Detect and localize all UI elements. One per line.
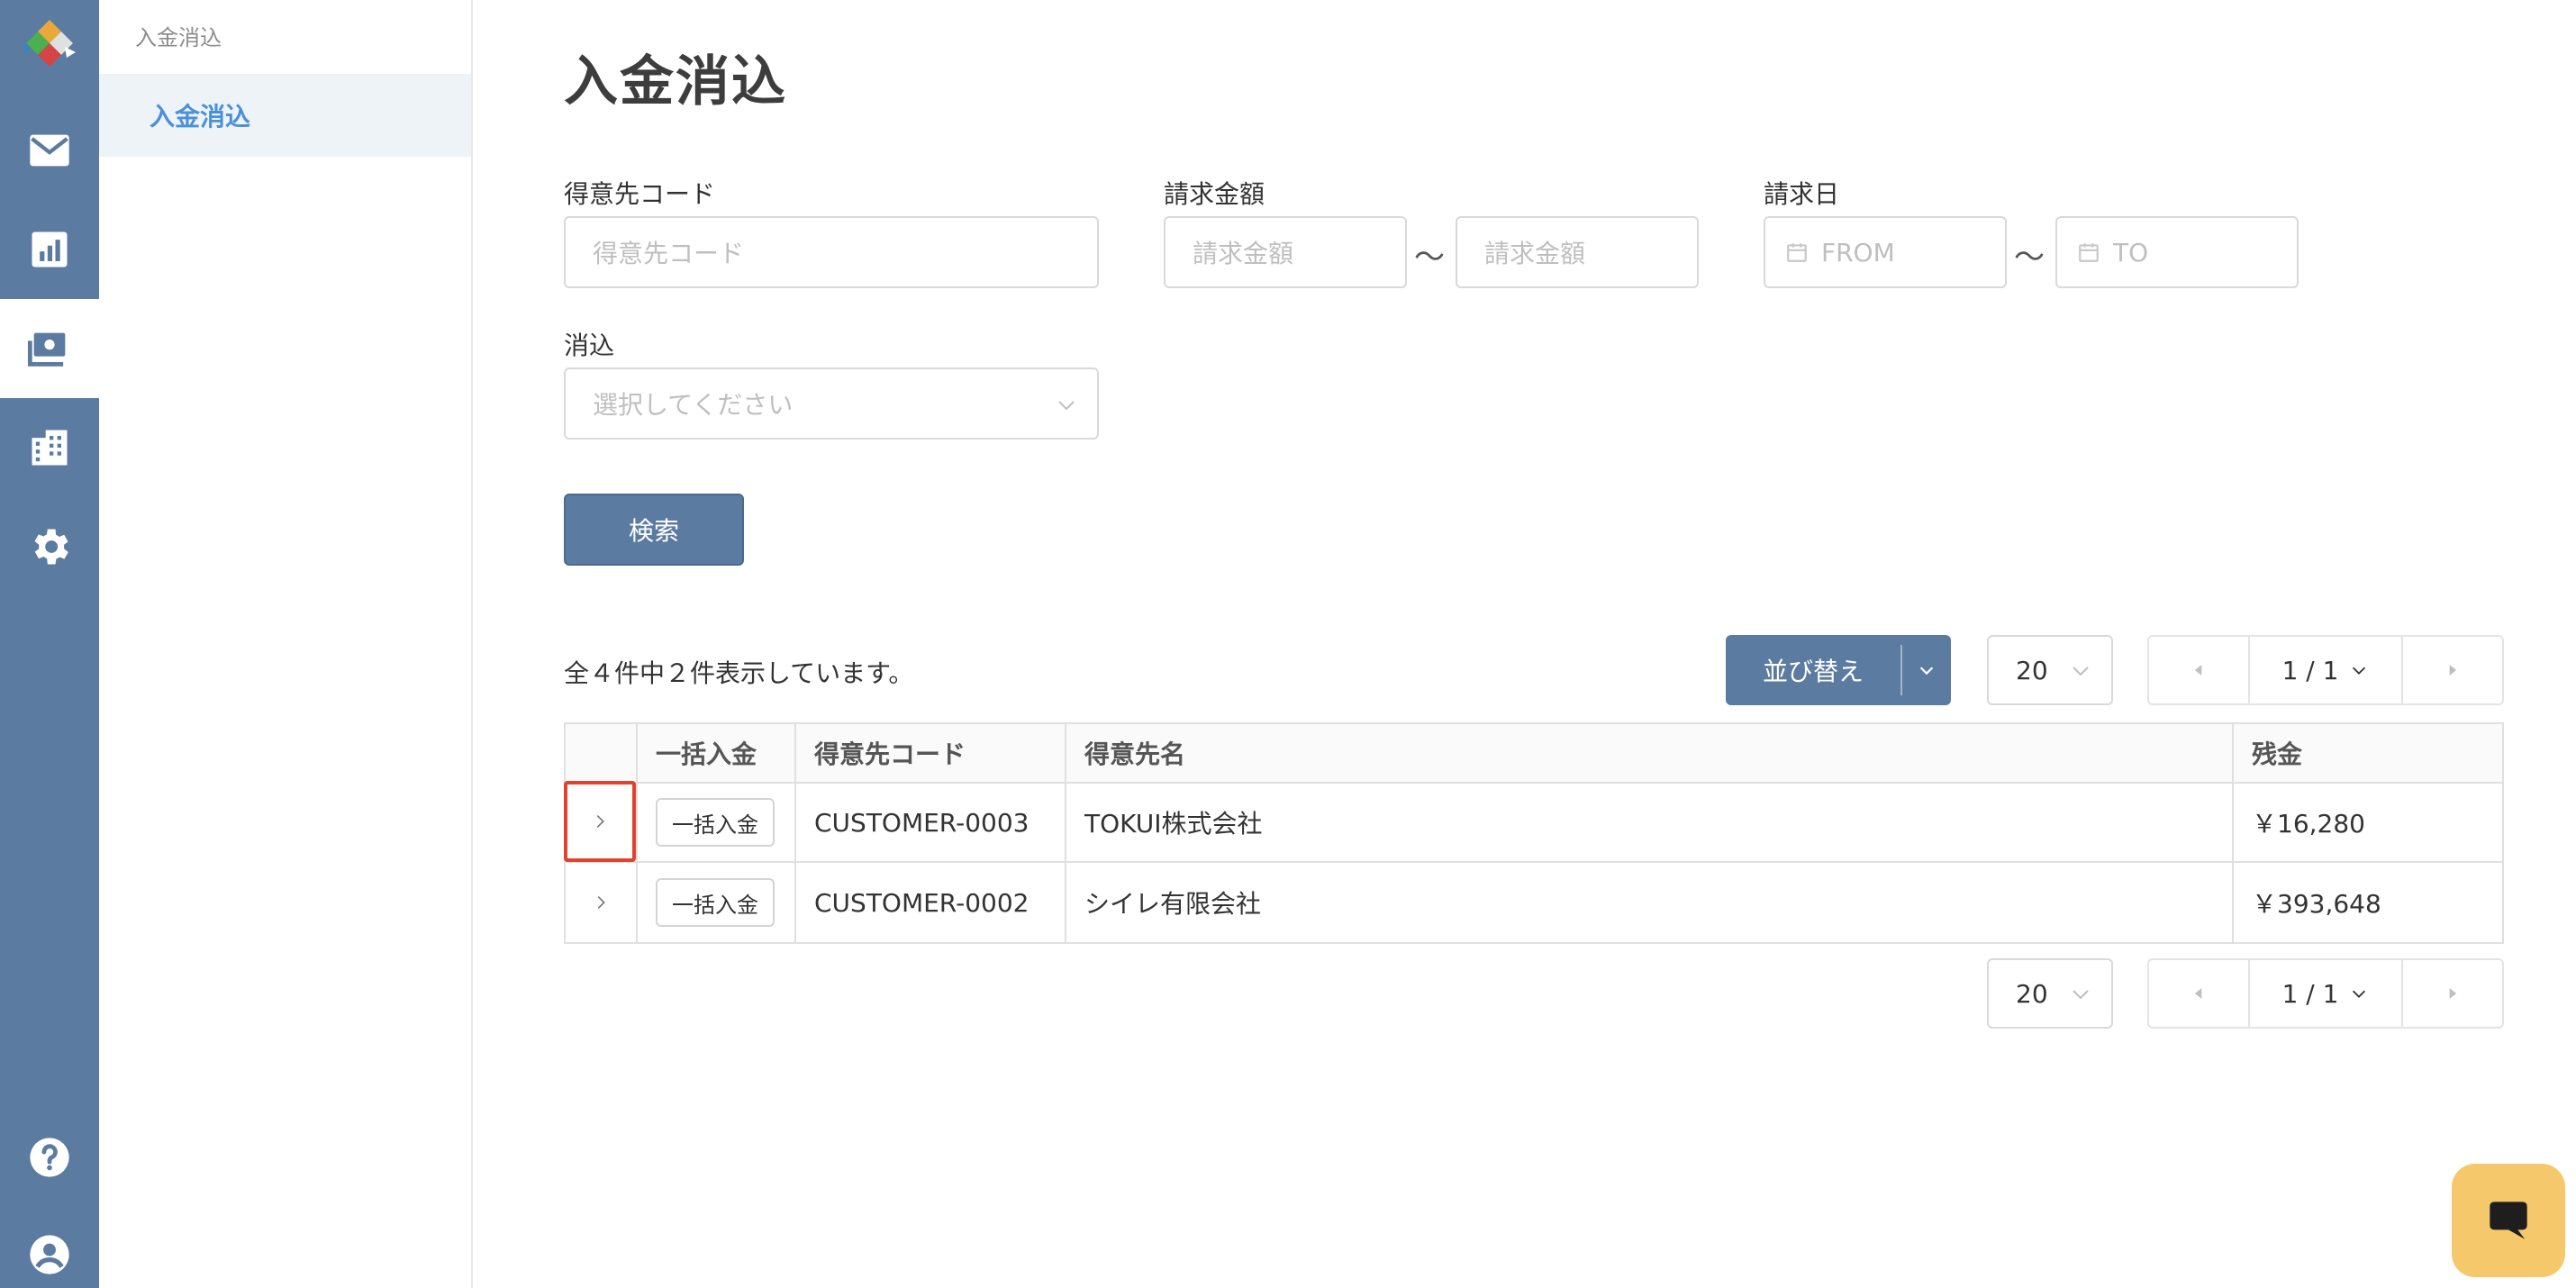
table-row: 一括入金 CUSTOMER-0002 シイレ有限会社 ￥393,648 bbox=[566, 863, 2502, 942]
per-page-select-top[interactable]: 20 bbox=[1987, 635, 2113, 705]
header-balance: 残金 bbox=[2252, 739, 2303, 769]
per-page-value: 20 bbox=[2016, 978, 2048, 1009]
calendar-icon bbox=[1787, 243, 1807, 262]
expand-row-button[interactable] bbox=[564, 781, 636, 862]
page-indicator: 1 / 1 bbox=[2281, 978, 2339, 1009]
date-from-placeholder: FROM bbox=[1821, 237, 1895, 268]
chevron-down-icon bbox=[2073, 667, 2089, 676]
header-customer-code: 得意先コード bbox=[796, 724, 1066, 782]
result-summary: 全４件中２件表示しています。 bbox=[564, 658, 914, 688]
table-row: 一括入金 CUSTOMER-0003 TOKUI株式会社 ￥16,280 bbox=[564, 781, 2502, 863]
page-select[interactable]: 1 / 1 bbox=[2248, 960, 2403, 1027]
building-icon bbox=[32, 430, 68, 466]
page-indicator: 1 / 1 bbox=[2281, 655, 2339, 685]
expand-row-button[interactable] bbox=[566, 863, 636, 942]
balance-cell: ￥16,280 bbox=[2252, 809, 2365, 839]
rail-settings-button[interactable] bbox=[0, 497, 99, 596]
sub-navigation: 入金消込 入金消込 bbox=[99, 0, 473, 1288]
reconcile-placeholder: 選択してください bbox=[593, 390, 794, 420]
mail-icon bbox=[30, 134, 69, 167]
reconcile-label: 消込 bbox=[564, 331, 615, 360]
app-logo[interactable] bbox=[20, 18, 79, 72]
rail-payment-button[interactable] bbox=[0, 299, 99, 398]
chat-icon bbox=[2490, 1202, 2527, 1239]
chevron-down-icon bbox=[2353, 667, 2366, 675]
page-title: 入金消込 bbox=[564, 50, 787, 113]
date-to-placeholder: TO bbox=[2113, 237, 2149, 268]
help-icon bbox=[30, 1138, 69, 1177]
sort-label: 並び替え bbox=[1762, 657, 1864, 686]
chat-widget-button[interactable] bbox=[2452, 1164, 2565, 1277]
customer-code-cell: CUSTOMER-0002 bbox=[796, 863, 1066, 942]
chevron-down-icon bbox=[1919, 667, 1934, 676]
next-page-button[interactable] bbox=[2403, 960, 2502, 1027]
amount-from-input[interactable]: 請求金額 bbox=[1164, 216, 1407, 288]
page-select[interactable]: 1 / 1 bbox=[2248, 637, 2403, 703]
bulk-payment-cell: 一括入金 bbox=[638, 863, 796, 942]
customer-code-placeholder: 得意先コード bbox=[593, 239, 745, 268]
chevron-right-icon bbox=[596, 814, 604, 829]
pagination-top: 1 / 1 bbox=[2147, 635, 2504, 705]
amount-range-separator: 〜 bbox=[1414, 240, 1445, 276]
customer-code-cell: CUSTOMER-0003 bbox=[796, 784, 1066, 861]
results-table: 一括入金 得意先コード 得意先名 残金 一括入金 CUSTOMER-0003 T… bbox=[564, 722, 2504, 944]
chevron-right-icon bbox=[597, 895, 605, 910]
amount-to-input[interactable]: 請求金額 bbox=[1456, 216, 1699, 288]
rail-help-button[interactable] bbox=[0, 1108, 99, 1207]
rail-account-button[interactable] bbox=[0, 1205, 99, 1288]
pagination-bottom: 1 / 1 bbox=[2147, 958, 2504, 1029]
chevron-down-icon bbox=[2353, 990, 2366, 998]
per-page-select-bottom[interactable]: 20 bbox=[1987, 958, 2113, 1029]
customer-code-label: 得意先コード bbox=[564, 179, 716, 209]
chevron-down-icon bbox=[2073, 990, 2089, 1000]
customer-code-input[interactable]: 得意先コード bbox=[564, 216, 1099, 288]
invoice-date-label: 請求日 bbox=[1764, 179, 1840, 209]
amount-from-placeholder: 請求金額 bbox=[1193, 239, 1294, 268]
caret-left-icon bbox=[2194, 665, 2202, 676]
subnav-item-payment-reconcile[interactable]: 入金消込 bbox=[99, 74, 471, 157]
caret-left-icon bbox=[2194, 988, 2202, 999]
header-bulk-payment: 一括入金 bbox=[638, 724, 796, 782]
bulk-payment-button[interactable]: 一括入金 bbox=[656, 798, 775, 847]
chevron-down-icon bbox=[1058, 401, 1075, 411]
header-customer-name: 得意先名 bbox=[1066, 724, 2234, 782]
icon-rail bbox=[0, 0, 99, 1288]
amount-to-placeholder: 請求金額 bbox=[1484, 239, 1586, 268]
date-range-separator: 〜 bbox=[2014, 240, 2045, 276]
subnav-header: 入金消込 bbox=[135, 25, 222, 50]
expand-cell bbox=[566, 863, 638, 942]
search-button[interactable]: 検索 bbox=[564, 494, 744, 566]
caret-right-icon bbox=[2449, 988, 2457, 999]
rail-mail-button[interactable] bbox=[0, 101, 99, 200]
per-page-value: 20 bbox=[2016, 655, 2048, 685]
bulk-payment-cell: 一括入金 bbox=[638, 784, 796, 861]
prev-page-button[interactable] bbox=[2149, 960, 2248, 1027]
logo-icon bbox=[24, 20, 76, 67]
gear-icon bbox=[34, 529, 68, 565]
rail-building-button[interactable] bbox=[0, 398, 99, 497]
customer-name-cell: TOKUI株式会社 bbox=[1066, 784, 2234, 861]
date-from-input[interactable]: FROM bbox=[1764, 216, 2007, 288]
rail-chart-button[interactable] bbox=[0, 200, 99, 299]
reconcile-select[interactable]: 選択してください bbox=[564, 367, 1099, 440]
amount-label: 請求金額 bbox=[1164, 179, 1265, 209]
payment-icon bbox=[27, 332, 66, 367]
header-expand bbox=[566, 724, 638, 782]
prev-page-button[interactable] bbox=[2149, 637, 2248, 703]
bulk-payment-button[interactable]: 一括入金 bbox=[656, 878, 775, 927]
table-header-row: 一括入金 得意先コード 得意先名 残金 bbox=[566, 724, 2502, 784]
caret-right-icon bbox=[2449, 665, 2457, 676]
sort-dropdown-toggle[interactable] bbox=[1902, 660, 1951, 680]
chart-icon bbox=[32, 231, 68, 268]
date-to-input[interactable]: TO bbox=[2055, 216, 2299, 288]
balance-cell: ￥393,648 bbox=[2252, 889, 2381, 919]
sort-button[interactable]: 並び替え bbox=[1726, 635, 1951, 705]
expand-cell bbox=[564, 781, 638, 862]
next-page-button[interactable] bbox=[2403, 637, 2502, 703]
calendar-icon bbox=[2079, 243, 2099, 262]
main-content: 入金消込 得意先コード 得意先コード 請求金額 請求金額 〜 請求金額 請求日 … bbox=[474, 0, 2576, 1288]
customer-name-cell: シイレ有限会社 bbox=[1066, 863, 2234, 942]
account-icon bbox=[30, 1235, 69, 1274]
